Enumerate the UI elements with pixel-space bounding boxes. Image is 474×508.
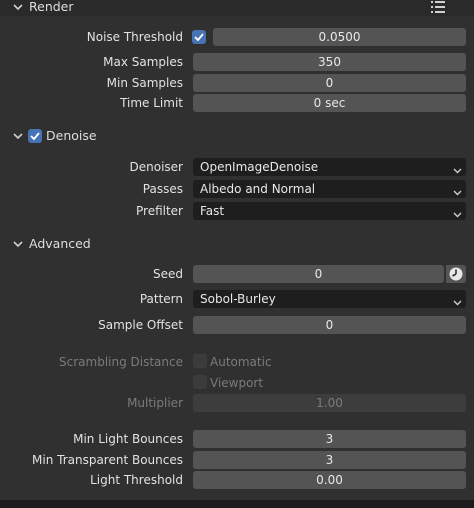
prefilter-value: Fast bbox=[200, 204, 225, 218]
light-threshold-label: Light Threshold bbox=[90, 473, 183, 487]
seed-field[interactable]: 0 bbox=[193, 265, 444, 283]
max-samples-field[interactable]: 350 bbox=[193, 53, 466, 71]
denoise-checkbox[interactable] bbox=[28, 129, 42, 143]
min-samples-label: Min Samples bbox=[106, 76, 183, 90]
chevron-down-icon[interactable] bbox=[13, 131, 23, 141]
chevron-down-icon[interactable] bbox=[13, 239, 23, 249]
clock-icon bbox=[449, 267, 463, 281]
passes-value: Albedo and Normal bbox=[200, 182, 316, 196]
sample-offset-label: Sample Offset bbox=[98, 318, 183, 332]
advanced-panel-header[interactable]: Advanced bbox=[0, 234, 474, 254]
chevron-down-icon[interactable] bbox=[13, 2, 23, 12]
min-light-bounces-label: Min Light Bounces bbox=[73, 432, 183, 446]
min-light-bounces-field[interactable]: 3 bbox=[193, 430, 466, 448]
prefilter-label: Prefilter bbox=[136, 204, 183, 218]
min-transparent-bounces-label: Min Transparent Bounces bbox=[32, 453, 183, 467]
scrambling-distance-label: Scrambling Distance bbox=[59, 355, 183, 369]
prefilter-dropdown[interactable]: Fast bbox=[193, 202, 466, 220]
multiplier-label: Multiplier bbox=[127, 396, 183, 410]
light-threshold-field[interactable]: 0.00 bbox=[193, 471, 466, 489]
chevron-down-icon bbox=[453, 184, 462, 196]
viewport-label: Viewport bbox=[210, 376, 264, 390]
denoiser-dropdown[interactable]: OpenImageDenoise bbox=[193, 158, 466, 176]
multiplier-field[interactable]: 1.00 bbox=[193, 394, 466, 412]
passes-dropdown[interactable]: Albedo and Normal bbox=[193, 180, 466, 198]
min-samples-field[interactable]: 0 bbox=[193, 74, 466, 92]
time-limit-field[interactable]: 0 sec bbox=[193, 94, 466, 112]
advanced-panel-title: Advanced bbox=[29, 236, 91, 251]
denoiser-label: Denoiser bbox=[129, 160, 183, 174]
pattern-dropdown[interactable]: Sobol-Burley bbox=[193, 290, 466, 308]
chevron-down-icon bbox=[453, 294, 462, 306]
automatic-checkbox[interactable] bbox=[193, 354, 207, 368]
denoiser-value: OpenImageDenoise bbox=[200, 160, 319, 174]
seed-label: Seed bbox=[153, 267, 183, 281]
pattern-label: Pattern bbox=[139, 292, 183, 306]
denoise-panel-title: Denoise bbox=[46, 128, 97, 143]
automatic-label: Automatic bbox=[210, 355, 272, 369]
chevron-down-icon bbox=[453, 206, 462, 218]
viewport-checkbox[interactable] bbox=[193, 375, 207, 389]
passes-label: Passes bbox=[142, 182, 183, 196]
noise-threshold-checkbox[interactable] bbox=[192, 30, 206, 44]
render-panel-title: Render bbox=[29, 0, 74, 14]
min-transparent-bounces-field[interactable]: 3 bbox=[193, 451, 466, 469]
list-options-icon[interactable] bbox=[429, 0, 447, 14]
sample-offset-field[interactable]: 0 bbox=[193, 316, 466, 334]
max-samples-label: Max Samples bbox=[103, 55, 183, 69]
denoise-panel-header[interactable]: Denoise bbox=[0, 126, 474, 146]
animate-seed-button[interactable] bbox=[446, 265, 466, 283]
pattern-value: Sobol-Burley bbox=[200, 292, 276, 306]
noise-threshold-label: Noise Threshold bbox=[86, 30, 183, 44]
chevron-down-icon bbox=[453, 162, 462, 174]
render-panel-header[interactable]: Render bbox=[0, 0, 474, 16]
noise-threshold-field[interactable]: 0.0500 bbox=[213, 28, 466, 46]
status-bar bbox=[0, 500, 474, 508]
time-limit-label: Time Limit bbox=[120, 96, 183, 110]
